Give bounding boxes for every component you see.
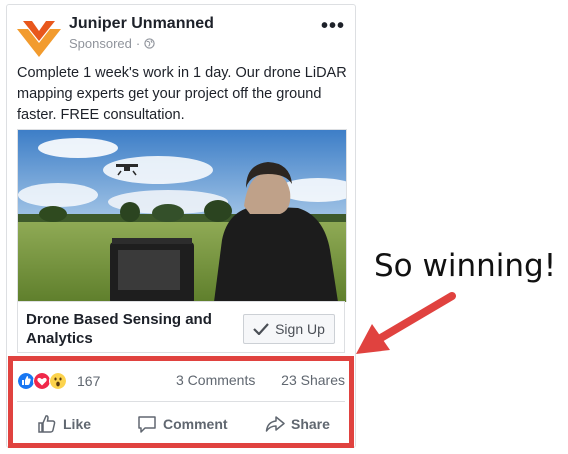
juniper-logo-icon[interactable] — [17, 19, 61, 59]
reaction-stats: 167 3 Comments 23 Shares — [17, 369, 345, 391]
annotation-text: So winning! — [374, 248, 557, 284]
share-label: Share — [291, 416, 330, 432]
checkmark-icon — [253, 323, 269, 335]
red-arrow-icon — [356, 292, 456, 354]
share-button[interactable]: Share — [265, 407, 330, 441]
separator-dot: · — [135, 36, 141, 51]
wow-reaction-icon — [49, 372, 67, 390]
more-options-icon[interactable]: ••• — [321, 16, 345, 36]
comment-button[interactable]: Comment — [137, 407, 228, 441]
comment-bubble-icon — [138, 416, 156, 433]
shares-count[interactable]: 23 Shares — [281, 372, 345, 388]
comment-label: Comment — [163, 416, 228, 432]
sign-up-button[interactable]: Sign Up — [243, 314, 335, 344]
drone-photo[interactable] — [17, 129, 347, 302]
globe-icon — [144, 38, 155, 49]
share-arrow-icon — [265, 416, 285, 432]
reaction-summary[interactable]: 167 — [17, 372, 100, 390]
thumbs-up-icon — [38, 415, 56, 433]
like-label: Like — [63, 416, 92, 432]
link-preview[interactable]: Drone Based Sensing and Analytics Sign U… — [17, 301, 345, 353]
comments-count[interactable]: 3 Comments — [176, 372, 255, 388]
sponsored-label[interactable]: Sponsored — [69, 36, 132, 51]
link-title[interactable]: Drone Based Sensing and Analytics — [26, 310, 231, 348]
sponsored-row: Sponsored · — [69, 36, 155, 51]
sign-up-label: Sign Up — [275, 321, 325, 337]
facebook-ad-post: Juniper Unmanned Sponsored · ••• Complet… — [6, 4, 356, 448]
reaction-count: 167 — [77, 373, 101, 389]
page-name[interactable]: Juniper Unmanned — [69, 15, 214, 33]
post-header: Juniper Unmanned Sponsored · ••• — [15, 13, 349, 57]
actions-divider — [17, 401, 345, 402]
like-button[interactable]: Like — [37, 407, 91, 441]
post-text: Complete 1 week's work in 1 day. Our dro… — [17, 65, 347, 123]
post-actions: Like Comment Share — [17, 407, 345, 441]
